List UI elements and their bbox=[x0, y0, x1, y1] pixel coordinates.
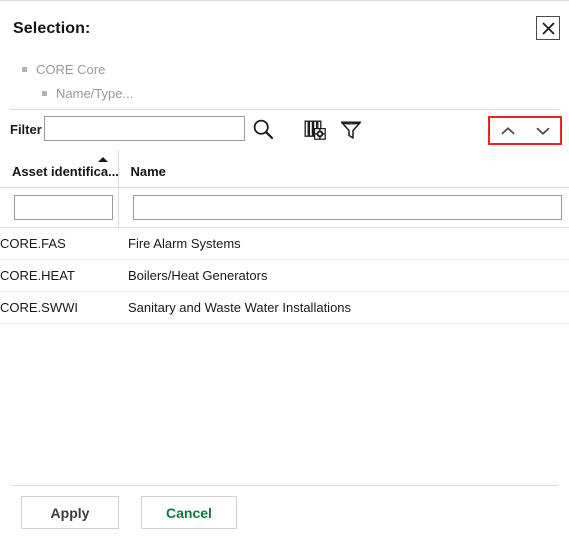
close-button[interactable] bbox=[536, 16, 560, 40]
table-row[interactable]: CORE.SWWI Sanitary and Waste Water Insta… bbox=[0, 291, 569, 324]
record-navigation-highlight bbox=[488, 116, 562, 145]
cancel-button[interactable]: Cancel bbox=[141, 496, 237, 529]
cell-name: Fire Alarm Systems bbox=[118, 227, 569, 260]
dialog-titlebar: Selection: bbox=[0, 2, 569, 53]
cell-asset-identification: CORE.FAS bbox=[0, 227, 118, 260]
search-button[interactable] bbox=[248, 114, 278, 144]
cell-asset-identification: CORE.HEAT bbox=[0, 259, 118, 292]
column-settings-button[interactable] bbox=[300, 114, 330, 144]
filter-toolbar: Filter bbox=[0, 114, 569, 148]
sort-ascending-icon bbox=[98, 157, 108, 162]
funnel-filter-icon bbox=[339, 117, 363, 141]
table-row[interactable]: CORE.FAS Fire Alarm Systems bbox=[0, 227, 569, 260]
nav-previous-button[interactable] bbox=[494, 120, 522, 142]
column-filter-cell-asset bbox=[0, 187, 119, 228]
chevron-down-icon bbox=[535, 125, 551, 137]
bullet-square-icon bbox=[22, 66, 27, 72]
tree-item-label: Name/Type... bbox=[56, 85, 134, 101]
tree-item-label: CORE Core bbox=[36, 61, 106, 77]
results-table-container: Asset identifica... Name CORE.FAS Fire A… bbox=[0, 150, 569, 480]
dialog-footer: Apply Cancel bbox=[0, 496, 569, 540]
footer-divider bbox=[11, 485, 558, 486]
bullet-square-icon bbox=[42, 90, 47, 96]
column-filter-row bbox=[0, 187, 569, 228]
column-filter-input-name[interactable] bbox=[132, 194, 562, 220]
search-icon bbox=[251, 117, 275, 141]
column-header-label: Name bbox=[130, 163, 166, 179]
toolbar-divider bbox=[10, 109, 559, 110]
nav-next-button[interactable] bbox=[529, 120, 557, 142]
apply-button[interactable]: Apply bbox=[21, 496, 119, 529]
column-filter-input-asset[interactable] bbox=[14, 194, 113, 220]
table-header-row: Asset identifica... Name bbox=[0, 150, 569, 188]
table-body: CORE.FAS Fire Alarm Systems CORE.HEAT Bo… bbox=[0, 227, 569, 324]
cell-asset-identification: CORE.SWWI bbox=[0, 291, 118, 324]
column-filter-cell-name bbox=[118, 187, 569, 228]
column-header-label: Asset identifica... bbox=[12, 163, 119, 179]
selection-dialog: Selection: CORE Core Name/Type... Filter bbox=[0, 0, 569, 539]
column-header-name[interactable]: Name bbox=[118, 150, 569, 188]
column-settings-icon bbox=[303, 117, 327, 141]
close-icon bbox=[541, 21, 555, 35]
tree-item-core[interactable]: CORE Core bbox=[0, 57, 569, 81]
page-title: Selection: bbox=[13, 20, 91, 37]
funnel-filter-button[interactable] bbox=[336, 114, 366, 144]
results-table: Asset identifica... Name CORE.FAS Fire A… bbox=[0, 150, 569, 324]
column-header-asset-identification[interactable]: Asset identifica... bbox=[0, 150, 119, 188]
breadcrumb: CORE Core Name/Type... bbox=[0, 57, 569, 105]
table-row[interactable]: CORE.HEAT Boilers/Heat Generators bbox=[0, 259, 569, 292]
filter-label: Filter bbox=[10, 122, 42, 137]
filter-input[interactable] bbox=[44, 116, 245, 141]
chevron-up-icon bbox=[500, 125, 516, 137]
cell-name: Boilers/Heat Generators bbox=[118, 259, 569, 292]
tree-item-name-type[interactable]: Name/Type... bbox=[0, 81, 569, 105]
cell-name: Sanitary and Waste Water Installations bbox=[118, 291, 569, 324]
